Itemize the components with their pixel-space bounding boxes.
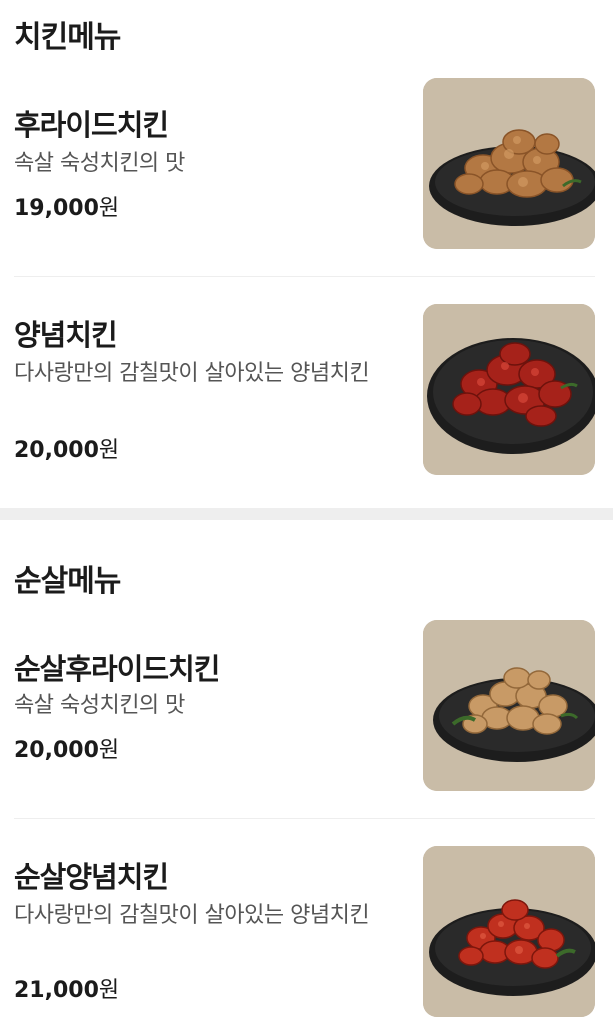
menu-item-price: 20,000원 xyxy=(14,732,119,764)
item-divider xyxy=(14,276,595,277)
menu-item-boneless-seasoned-chicken[interactable]: 순살양념치킨 다사랑만의 감칠맛이 살아있는 양념치킨 21,000원 xyxy=(0,846,613,1018)
menu-item-price: 19,000원 xyxy=(14,190,119,222)
menu-item-description: 다사랑만의 감칠맛이 살아있는 양념치킨 xyxy=(14,361,370,386)
boneless-seasoned-chicken-photo xyxy=(423,846,595,1017)
section-title-boneless-menu: 순살메뉴 xyxy=(14,564,121,599)
item-divider xyxy=(14,818,595,819)
menu-item-description: 다사랑만의 감칠맛이 살아있는 양념치킨 xyxy=(14,903,370,928)
price-unit: 원 xyxy=(98,196,120,221)
boneless-fried-chicken-photo xyxy=(423,620,595,791)
section-separator xyxy=(0,508,613,520)
price-unit: 원 xyxy=(98,738,120,763)
price-value: 20,000 xyxy=(14,738,99,763)
fried-chicken-photo xyxy=(423,78,595,249)
price-unit: 원 xyxy=(98,438,120,463)
menu-item-name: 순살양념치킨 xyxy=(14,860,169,894)
menu-item-description: 속살 숙성치킨의 맛 xyxy=(14,693,185,718)
seasoned-chicken-photo xyxy=(423,304,595,475)
section-title-chicken-menu: 치킨메뉴 xyxy=(14,20,121,55)
price-value: 21,000 xyxy=(14,978,99,1003)
price-unit: 원 xyxy=(98,978,120,1003)
price-value: 19,000 xyxy=(14,196,99,221)
price-value: 20,000 xyxy=(14,438,99,463)
menu-item-seasoned-chicken[interactable]: 양념치킨 다사랑만의 감칠맛이 살아있는 양념치킨 20,000원 xyxy=(0,304,613,476)
menu-item-boneless-fried-chicken[interactable]: 순살후라이드치킨 속살 숙성치킨의 맛 20,000원 xyxy=(0,620,613,792)
menu-item-name: 후라이드치킨 xyxy=(14,108,169,142)
menu-item-fried-chicken[interactable]: 후라이드치킨 속살 숙성치킨의 맛 19,000원 xyxy=(0,78,613,250)
menu-item-name: 순살후라이드치킨 xyxy=(14,652,220,686)
menu-item-description: 속살 숙성치킨의 맛 xyxy=(14,151,185,176)
menu-item-name: 양념치킨 xyxy=(14,318,118,352)
menu-item-price: 20,000원 xyxy=(14,432,119,464)
menu-item-price: 21,000원 xyxy=(14,972,119,1004)
